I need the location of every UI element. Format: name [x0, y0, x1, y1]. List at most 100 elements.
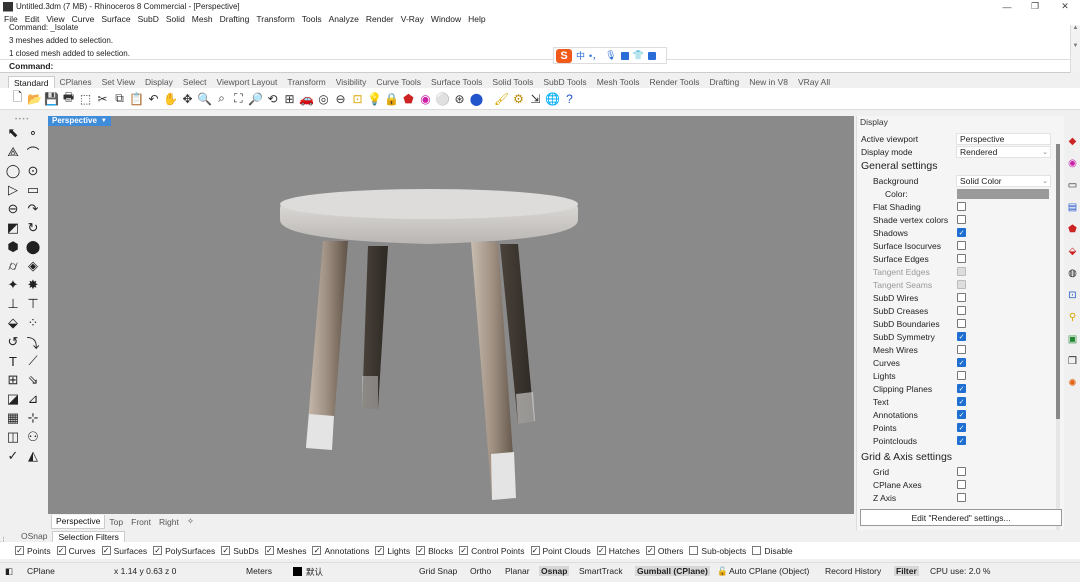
four-view-icon[interactable]: ⊞ [282, 91, 297, 106]
command-scrollbar[interactable]: ▲ ▼ [1070, 25, 1080, 73]
status-layer[interactable]: 默认 [293, 566, 323, 578]
tab-curve-tools[interactable]: Curve Tools [371, 76, 426, 88]
zoom-selected-icon[interactable]: 🔎 [248, 91, 263, 106]
print-icon[interactable]: 🖶 [61, 90, 76, 106]
annotations-checkbox[interactable]: ✓ [957, 410, 966, 419]
history-icon[interactable]: ⚇ [24, 428, 42, 446]
tab-drafting[interactable]: Drafting [704, 76, 744, 88]
material-icon[interactable]: ⬟ [401, 91, 416, 106]
grid-checkbox[interactable] [957, 467, 966, 476]
panel-scrollbar[interactable] [1056, 144, 1060, 532]
polyline-icon[interactable]: ⟁ [4, 143, 22, 161]
curve-icon[interactable]: ⌒ [24, 143, 42, 161]
filter-surfaces[interactable]: ✓ Surfaces [101, 546, 147, 556]
edit-rendered-settings-button[interactable]: Edit "Rendered" settings... [860, 509, 1062, 526]
globe-icon[interactable]: 🌐 [545, 91, 560, 106]
array-grid-icon[interactable]: ⊞ [4, 371, 22, 389]
snapshots-tab-icon[interactable]: ❒ [1067, 356, 1078, 367]
filter-annotations[interactable]: ✓ Annotations [312, 546, 369, 556]
layers-tab-icon[interactable]: ▤ [1067, 202, 1078, 213]
surface-icon[interactable]: ◩ [4, 219, 22, 237]
scroll-thumb[interactable] [1056, 144, 1060, 419]
status-record-history[interactable]: Record History [825, 566, 881, 576]
menu-mesh[interactable]: Mesh [192, 14, 213, 24]
tab-select[interactable]: Select [178, 76, 212, 88]
background-select[interactable]: Solid Color ⌄ [956, 174, 1051, 187]
zoom-extents-icon[interactable]: ⛶ [231, 91, 246, 106]
layer-icon[interactable]: ◪ [4, 390, 22, 408]
sun-tab-icon[interactable]: ✺ [1067, 378, 1078, 389]
render-icon[interactable]: ⬤ [469, 91, 484, 106]
display-mode-select[interactable]: Rendered ⌄ [955, 145, 1051, 158]
status-cplane[interactable]: CPlane [27, 566, 55, 576]
tab-render-tools[interactable]: Render Tools [645, 76, 705, 88]
menu-render[interactable]: Render [366, 14, 394, 24]
hide-icon[interactable]: ◎ [316, 91, 331, 106]
shadows-checkbox[interactable]: ✓ [957, 228, 966, 237]
split-icon[interactable]: ⊥ [4, 295, 22, 313]
help-tab-icon[interactable]: ⚲ [1067, 312, 1078, 323]
keyboard-icon[interactable] [620, 51, 629, 60]
rectangle-icon[interactable]: ▭ [24, 181, 42, 199]
check-icon[interactable]: ✓ [4, 447, 22, 465]
active-viewport-field[interactable]: Perspective [955, 132, 1051, 145]
arc-icon[interactable]: ⊖ [4, 200, 22, 218]
snap-icon[interactable]: ⊡ [350, 91, 365, 106]
copy-icon[interactable]: ⧉ [112, 91, 127, 106]
status-smarttrack[interactable]: SmartTrack [579, 566, 623, 576]
materials-tab-icon[interactable]: ◉ [1067, 158, 1078, 169]
menu-analyze[interactable]: Analyze [329, 14, 359, 24]
transform-icon[interactable]: ⇲ [528, 91, 543, 106]
sogou-logo-icon[interactable]: S [556, 48, 572, 63]
point-icon[interactable]: ∘ [24, 124, 42, 142]
filter-hatches[interactable]: ✓ Hatches [596, 546, 640, 556]
close-button[interactable]: ✕ [1050, 0, 1080, 13]
libraries-tab-icon[interactable]: ⊡ [1067, 290, 1078, 301]
menu-drafting[interactable]: Drafting [220, 14, 250, 24]
rotate-view-icon[interactable]: ⟲ [265, 91, 280, 106]
curves-checkbox[interactable]: ✓ [957, 358, 966, 367]
mesh-icon[interactable]: ◈ [24, 257, 42, 275]
mesh-wires-checkbox[interactable] [957, 345, 966, 354]
perspective-viewport[interactable] [48, 116, 854, 514]
filter-points[interactable]: ✓ Points [15, 546, 51, 556]
environment-tab-icon[interactable]: ⬙ [1067, 246, 1078, 257]
brush-icon[interactable]: 🖌 [494, 91, 509, 106]
filter-curves[interactable]: ✓ Curves [56, 546, 96, 556]
light-icon[interactable]: 💡 [367, 91, 382, 106]
filter-lights[interactable]: ✓ Lights [375, 546, 410, 556]
boolean-icon[interactable]: ✸ [24, 276, 42, 294]
menu-help[interactable]: Help [468, 14, 485, 24]
trim-icon[interactable]: ⊤ [24, 295, 42, 313]
ime-toolbar[interactable]: S 中 •， 🎙 👕 [553, 47, 667, 64]
lights-checkbox[interactable] [957, 371, 966, 380]
tab-osnap[interactable]: OSnap [16, 531, 52, 541]
tab-display[interactable]: Display [140, 76, 178, 88]
ruler-icon[interactable]: ⊿ [24, 390, 42, 408]
tab-transform[interactable]: Transform [282, 76, 330, 88]
subd-boundaries-checkbox[interactable] [957, 319, 966, 328]
tab-mesh-tools[interactable]: Mesh Tools [592, 76, 645, 88]
text-checkbox[interactable]: ✓ [957, 397, 966, 406]
viewtab-front[interactable]: Front [127, 517, 155, 527]
menu-transform[interactable]: Transform [256, 14, 294, 24]
fillet-icon[interactable]: ↷ [24, 200, 42, 218]
tab-set-view[interactable]: Set View [97, 76, 140, 88]
revolve-icon[interactable]: ↻ [24, 219, 42, 237]
show-icon[interactable]: ⊖ [333, 91, 348, 106]
analyze-icon[interactable]: ◭ [24, 447, 42, 465]
pointclouds-checkbox[interactable]: ✓ [957, 436, 966, 445]
menu-surface[interactable]: Surface [101, 14, 130, 24]
surface-isocurves-checkbox[interactable] [957, 241, 966, 250]
box-icon[interactable]: ⬢ [4, 238, 22, 256]
tab-new-in-v8[interactable]: New in V8 [744, 76, 793, 88]
grid-menu-icon[interactable] [647, 51, 656, 60]
skin-icon[interactable]: 👕 [633, 50, 644, 61]
open-file-icon[interactable]: 📂 [27, 91, 42, 106]
named-views-tab-icon[interactable]: ◍ [1067, 268, 1078, 279]
shade-vertex-checkbox[interactable] [957, 215, 966, 224]
render-sphere-icon[interactable]: ⚪ [435, 91, 450, 106]
gumball-tool-icon[interactable]: ⊹ [24, 409, 42, 427]
menu-solid[interactable]: Solid [166, 14, 185, 24]
tab-viewport-layout[interactable]: Viewport Layout [212, 76, 283, 88]
